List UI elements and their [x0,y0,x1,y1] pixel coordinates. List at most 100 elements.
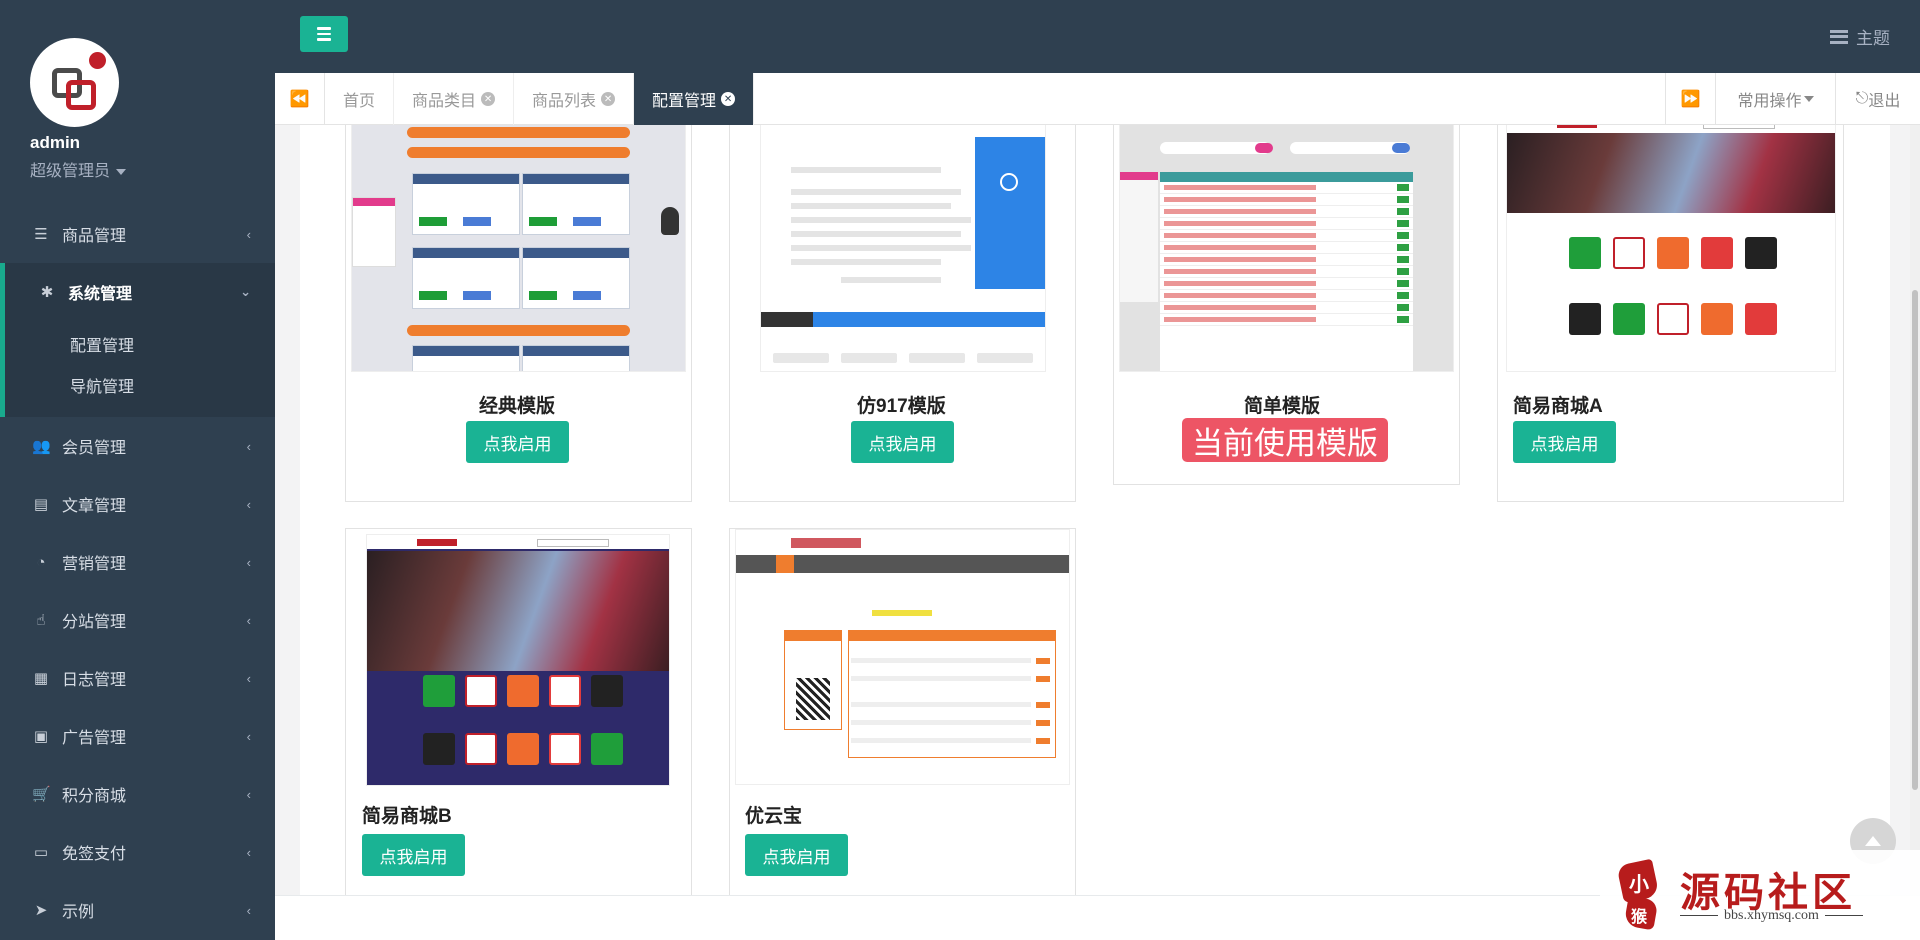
sidebar-subitem-config[interactable]: 配置管理 [70,323,275,364]
enable-template-button[interactable]: 点我启用 [362,834,465,876]
tabs-scroll-right-button[interactable]: ⏩ [1665,73,1715,125]
tab-label: 商品列表 [532,93,597,110]
template-name: 仿917模版 [857,396,946,417]
template-card: 优云宝 点我启用 [729,528,1076,895]
close-icon[interactable]: ✕ [721,92,736,106]
tab-home[interactable]: 首页 [325,73,395,125]
template-thumbnail [366,534,670,786]
role-dropdown[interactable]: 超级管理员 [30,157,275,181]
chevron-left-icon: ‹ [246,902,251,918]
tab-label: 首页 [343,93,376,110]
scrollbar-thumb[interactable] [1912,290,1918,790]
ops-label: 常用操作 [1737,93,1802,110]
tab-list: 首页 商品类目 ✕ 商品列表 ✕ 配置管理 ✕ [325,73,755,125]
chevron-left-icon: ‹ [246,612,251,628]
credit-card-icon: ▭ [33,844,49,861]
sidebar-item-members[interactable]: 👥 会员管理 ‹ [0,417,275,475]
tabs-scroll-left-button[interactable]: ⏪ [275,73,325,125]
chevron-left-icon: ‹ [246,844,251,860]
bars-icon: ☰ [34,226,48,243]
sidebar-item-ads[interactable]: ▣ 广告管理 ‹ [0,707,275,765]
chevron-left-icon: ‹ [246,786,251,802]
template-thumbnail [735,529,1070,785]
paper-plane-icon: ➤ [34,902,48,919]
gear-icon: ✱ [40,284,54,301]
logout-button[interactable]: ⎋ 退出 [1835,73,1920,125]
template-name: 简单模版 [1244,396,1321,417]
template-thumbnail [1506,125,1836,372]
tabs-bar: ⏪ 首页 商品类目 ✕ 商品列表 ✕ 配置管理 ✕ ⏩ 常用操作 ⎋ 退出 [275,73,1920,125]
template-panel: 经典模版 点我启用 仿917模版 点我启用 简单模版 当前使用模版 简易商城A … [300,125,1890,895]
main-content: 经典模版 点我启用 仿917模版 点我启用 简单模版 当前使用模版 简易商城A … [275,125,1920,895]
enable-template-button[interactable]: 点我启用 [466,421,569,463]
common-ops-dropdown[interactable]: 常用操作 [1715,73,1835,125]
profile: admin 超级管理员 [0,0,275,205]
close-icon[interactable]: ✕ [601,92,616,106]
template-card-current: 简单模版 当前使用模版 [1113,125,1460,485]
sidebar-item-marketing[interactable]: ◔ 营销管理 ‹ [0,533,275,591]
template-thumbnail [351,125,686,372]
sidebar-item-label: 商品管理 [62,228,127,245]
sidebar-item-label: 广告管理 [62,730,127,747]
scrollbar[interactable] [1910,125,1920,895]
sidebar-item-label: 示例 [62,904,95,921]
tab-config[interactable]: 配置管理 ✕ [634,73,755,125]
sidebar-item-articles[interactable]: ▤ 文章管理 ‹ [0,475,275,533]
template-thumbnail [1119,125,1454,372]
users-icon: 👥 [32,438,51,455]
sign-out-icon: ⎋ [1855,90,1869,107]
image-icon: ▣ [33,728,49,745]
enable-template-button[interactable]: 点我启用 [851,421,954,463]
theme-button[interactable]: 主题 [1830,24,1890,49]
sidebar-item-logs[interactable]: ▦ 日志管理 ‹ [0,649,275,707]
enable-template-button[interactable]: 点我启用 [745,834,848,876]
sidebar-subitem-nav[interactable]: 导航管理 [70,364,275,405]
theme-label: 主题 [1856,29,1890,48]
watermark: 小 猴 源码社区 bbs.xhymsq.com [1600,850,1920,940]
sidebar-item-system[interactable]: ✱ 系统管理 ⌄ [0,263,275,321]
template-name: 简易商城A [1513,396,1603,417]
sidebar: admin 超级管理员 ☰ 商品管理 ‹ ✱ 系统管理 ⌄ 配置管理 导航管理 👥 会员管… [0,0,275,940]
menu-toggle-button[interactable] [300,16,348,52]
sidebar-nav: ☰ 商品管理 ‹ ✱ 系统管理 ⌄ 配置管理 导航管理 👥 会员管理 ‹ ▤ 文章管理 ‹ ◔ 营… [0,205,275,939]
template-name: 经典模版 [479,396,556,417]
template-card: 简易商城A 点我启用 [1497,125,1844,502]
caret-down-icon [116,168,127,175]
chevron-left-icon: ‹ [246,226,251,242]
watermark-url: bbs.xhymsq.com [1674,908,1869,924]
sidebar-item-label: 分站管理 [62,614,127,631]
tab-goods-category[interactable]: 商品类目 ✕ [394,73,515,125]
chevron-left-icon: ‹ [246,554,251,570]
enable-template-button[interactable]: 点我启用 [1513,421,1616,463]
tab-label: 配置管理 [652,93,717,110]
files-icon: ▤ [33,496,49,513]
caret-down-icon [1803,96,1814,102]
hand-icon: ☝ [36,612,46,629]
template-name: 优云宝 [745,806,803,827]
sidebar-item-substations[interactable]: ☝ 分站管理 ‹ [0,591,275,649]
sidebar-item-label: 日志管理 [62,672,127,689]
topbar: 主题 [275,0,1920,73]
sidebar-item-label: 会员管理 [62,440,127,457]
sidebar-item-payment[interactable]: ▭ 免签支付 ‹ [0,823,275,881]
sidebar-item-points-mall[interactable]: 🛒 积分商城 ‹ [0,765,275,823]
sidebar-item-label: 营销管理 [62,556,127,573]
chevron-left-icon: ‹ [246,496,251,512]
username: admin [30,133,81,152]
sidebar-item-label: 免签支付 [62,846,127,863]
sidebar-item-goods[interactable]: ☰ 商品管理 ‹ [0,205,275,263]
sidebar-item-label: 系统管理 [68,286,133,303]
avatar[interactable] [30,38,119,127]
sidebar-item-example[interactable]: ➤ 示例 ‹ [0,881,275,939]
role-label: 超级管理员 [30,163,111,180]
sidebar-item-label: 文章管理 [62,498,127,515]
template-name: 简易商城B [362,806,452,827]
seal-logo: 小 猴 [1612,854,1664,932]
submenu-system: 配置管理 导航管理 [0,321,275,417]
tab-label: 商品类目 [412,93,477,110]
chevron-left-icon: ‹ [246,438,251,454]
pie-chart-icon: ◔ [36,553,46,571]
close-icon[interactable]: ✕ [481,92,496,106]
tab-goods-list[interactable]: 商品列表 ✕ [514,73,635,125]
template-thumbnail [760,125,1046,372]
